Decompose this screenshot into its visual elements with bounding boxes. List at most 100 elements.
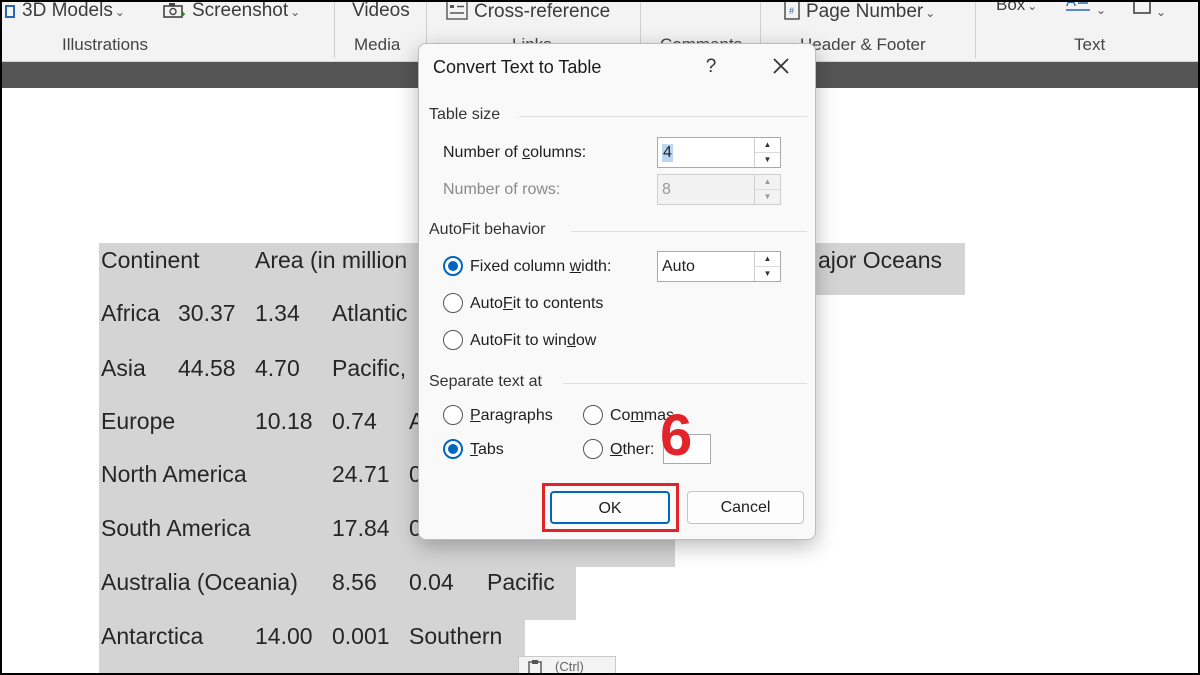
screenshot-button[interactable]: Screenshot ⌄ <box>162 0 300 25</box>
cross-reference-button[interactable]: Cross-reference <box>446 0 610 26</box>
section-divider <box>571 231 807 232</box>
spin-up-icon[interactable]: ▲ <box>755 138 780 152</box>
table-row-cell: 44.58 <box>178 355 236 381</box>
highlight-box <box>542 483 679 532</box>
chevron-down-icon: ⌄ <box>290 5 301 19</box>
fixed-column-width-radio[interactable] <box>443 256 463 276</box>
object-icon <box>1132 0 1154 21</box>
table-row-cell: Africa <box>101 300 160 326</box>
3d-models-button[interactable]: 3D Models ⌄ <box>4 0 125 25</box>
number-of-columns-spinner[interactable]: 4 ▲ ▼ <box>657 137 781 168</box>
table-row-cell: South America <box>101 515 251 541</box>
group-illustrations: Illustrations <box>62 35 148 54</box>
cancel-button[interactable]: Cancel <box>687 491 804 524</box>
cross-reference-icon <box>446 0 468 26</box>
autofit-to-window-label[interactable]: AutoFit to window <box>470 332 596 350</box>
chevron-down-icon: ⌄ <box>114 5 125 19</box>
fixed-column-width-spinner[interactable]: Auto ▲ ▼ <box>657 251 781 282</box>
fixed-column-width-value: Auto <box>662 258 695 275</box>
group-divider <box>975 0 976 58</box>
autofit-to-window-radio[interactable] <box>443 330 463 350</box>
chevron-down-icon: ⌄ <box>1156 5 1167 19</box>
table-row-cell: Asia <box>101 355 146 381</box>
group-media: Media <box>354 35 401 54</box>
clipboard-icon <box>527 659 543 675</box>
cross-reference-label: Cross-reference <box>474 1 611 22</box>
label-text: aragraphs <box>480 407 553 424</box>
other-label[interactable]: Other: <box>610 441 654 459</box>
label-accelerator: w <box>569 258 582 275</box>
number-of-columns-value: 4 <box>662 144 673 162</box>
camera-icon <box>162 1 186 25</box>
chevron-down-icon: ⌄ <box>1027 0 1038 13</box>
number-of-rows-value: 8 <box>662 181 671 198</box>
section-divider <box>519 116 807 117</box>
table-row-cell: 17.84 <box>332 515 390 541</box>
table-row-cell: Pacific <box>487 569 555 595</box>
number-of-rows-spinner: 8 ▲ ▼ <box>657 174 781 205</box>
close-icon[interactable] <box>767 52 795 80</box>
autofit-to-contents-label[interactable]: AutoFit to contents <box>470 295 603 313</box>
table-row-cell: Southern <box>409 623 503 649</box>
page-number-icon: # <box>784 0 800 26</box>
spin-up-icon[interactable]: ▲ <box>755 252 780 266</box>
wordart-button[interactable]: A ⌄ <box>1064 0 1106 21</box>
object-button[interactable]: ⌄ <box>1132 0 1166 23</box>
commas-radio[interactable] <box>583 405 603 425</box>
paragraphs-radio[interactable] <box>443 405 463 425</box>
section-separate-text: Separate text at <box>429 373 542 390</box>
dialog-title: Convert Text to Table <box>433 57 602 77</box>
label-accelerator: P <box>470 407 481 424</box>
group-text: Text <box>1074 35 1106 54</box>
spinner-buttons[interactable]: ▲ ▼ <box>754 138 780 167</box>
table-row-cell: 10.18 <box>255 408 313 434</box>
spin-down-icon[interactable]: ▼ <box>755 266 780 280</box>
table-row-cell: 8.56 <box>332 569 377 595</box>
fixed-column-width-label[interactable]: Fixed column width: <box>470 258 611 276</box>
step-number-badge: 6 <box>660 403 693 468</box>
paste-options-button[interactable]: (Ctrl) <box>518 656 616 675</box>
text-box-button[interactable]: Box ⌄ <box>996 0 1037 17</box>
table-row-cell: Australia (Oceania) <box>101 569 298 595</box>
label-text: idth: <box>581 258 612 275</box>
cell-header-area: Area (in million <box>255 247 408 273</box>
cell-header-oceans: ajor Oceans <box>818 247 943 273</box>
label-accelerator: d <box>566 332 576 349</box>
number-of-rows-label: Number of rows: <box>443 181 561 198</box>
label-text: Co <box>610 407 631 424</box>
paragraphs-label[interactable]: Paragraphs <box>470 407 553 425</box>
label-accelerator: m <box>630 407 644 424</box>
table-row-cell: 24.71 <box>332 461 390 487</box>
label-text: abs <box>478 441 504 458</box>
svg-text:A: A <box>1066 0 1076 10</box>
section-autofit: AutoFit behavior <box>429 221 546 238</box>
other-radio[interactable] <box>583 439 603 459</box>
spinner-buttons[interactable]: ▲ ▼ <box>754 252 780 281</box>
tabs-radio[interactable] <box>443 439 463 459</box>
wordart-icon: A <box>1064 0 1094 19</box>
page-number-button[interactable]: # Page Number ⌄ <box>784 0 935 26</box>
label-accelerator: T <box>470 441 478 458</box>
label-text: Fixed column <box>470 258 570 275</box>
group-header-footer: Header & Footer <box>800 35 926 54</box>
tabs-label[interactable]: Tabs <box>470 441 504 459</box>
cube-icon <box>4 3 16 25</box>
section-table-size: Table size <box>429 106 501 123</box>
group-divider <box>334 0 335 58</box>
table-row-cell: 14.00 <box>255 623 313 649</box>
help-button[interactable]: ? <box>699 54 723 80</box>
label-accelerator: c <box>522 144 531 161</box>
table-row-cell: 0.04 <box>409 569 454 595</box>
label-text: it to contents <box>512 295 604 312</box>
spin-down-icon[interactable]: ▼ <box>755 152 780 166</box>
table-row-cell: Antarctica <box>101 623 204 649</box>
label-text: ther: <box>622 441 655 458</box>
cell-header-continent: Continent <box>101 247 200 273</box>
paste-options-label: (Ctrl) <box>555 659 584 674</box>
convert-text-to-table-dialog: Convert Text to Table ? Table size Numbe… <box>418 43 816 540</box>
label-text: olumns: <box>530 144 587 161</box>
autofit-to-contents-radio[interactable] <box>443 293 463 313</box>
label-text: Number of <box>443 144 523 161</box>
videos-button[interactable]: Videos <box>352 0 410 22</box>
table-row-cell: 0.001 <box>332 623 390 649</box>
